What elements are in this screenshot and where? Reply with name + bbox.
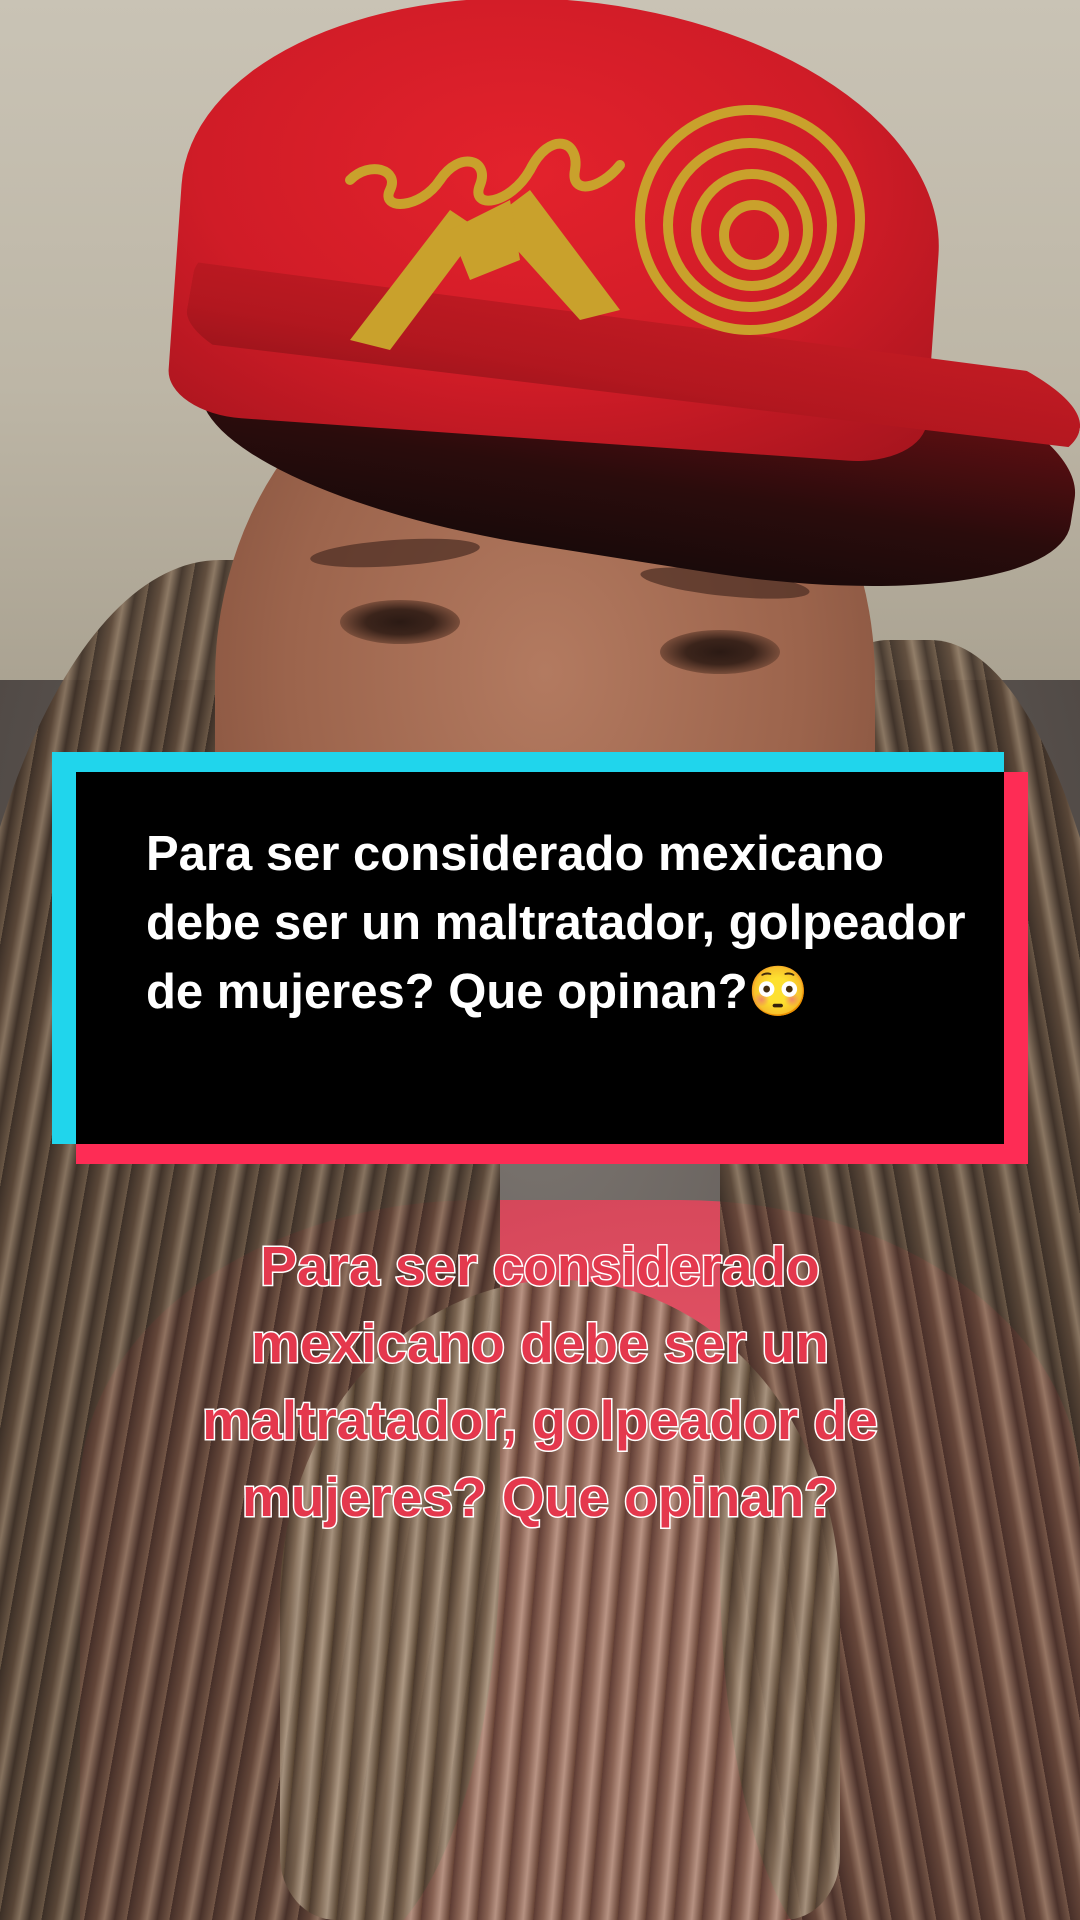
logo-bird-body bbox=[450, 200, 520, 280]
eye-right bbox=[660, 630, 780, 674]
video-caption: Para ser considerado mexicano debe ser u… bbox=[201, 1234, 879, 1530]
video-frame: Para ser considerado mexicano debe ser u… bbox=[0, 0, 1080, 1920]
cap-embroidery-logo bbox=[345, 105, 865, 350]
eye-left bbox=[340, 600, 460, 644]
sticker-question-text: Para ser considerado mexicano debe ser u… bbox=[146, 827, 966, 1019]
question-sticker: Para ser considerado mexicano debe ser u… bbox=[52, 752, 1028, 1164]
logo-script-1 bbox=[345, 164, 445, 209]
logo-script-2 bbox=[435, 156, 535, 206]
logo-spiral-ring-4 bbox=[719, 200, 789, 270]
logo-script-3 bbox=[525, 138, 625, 192]
